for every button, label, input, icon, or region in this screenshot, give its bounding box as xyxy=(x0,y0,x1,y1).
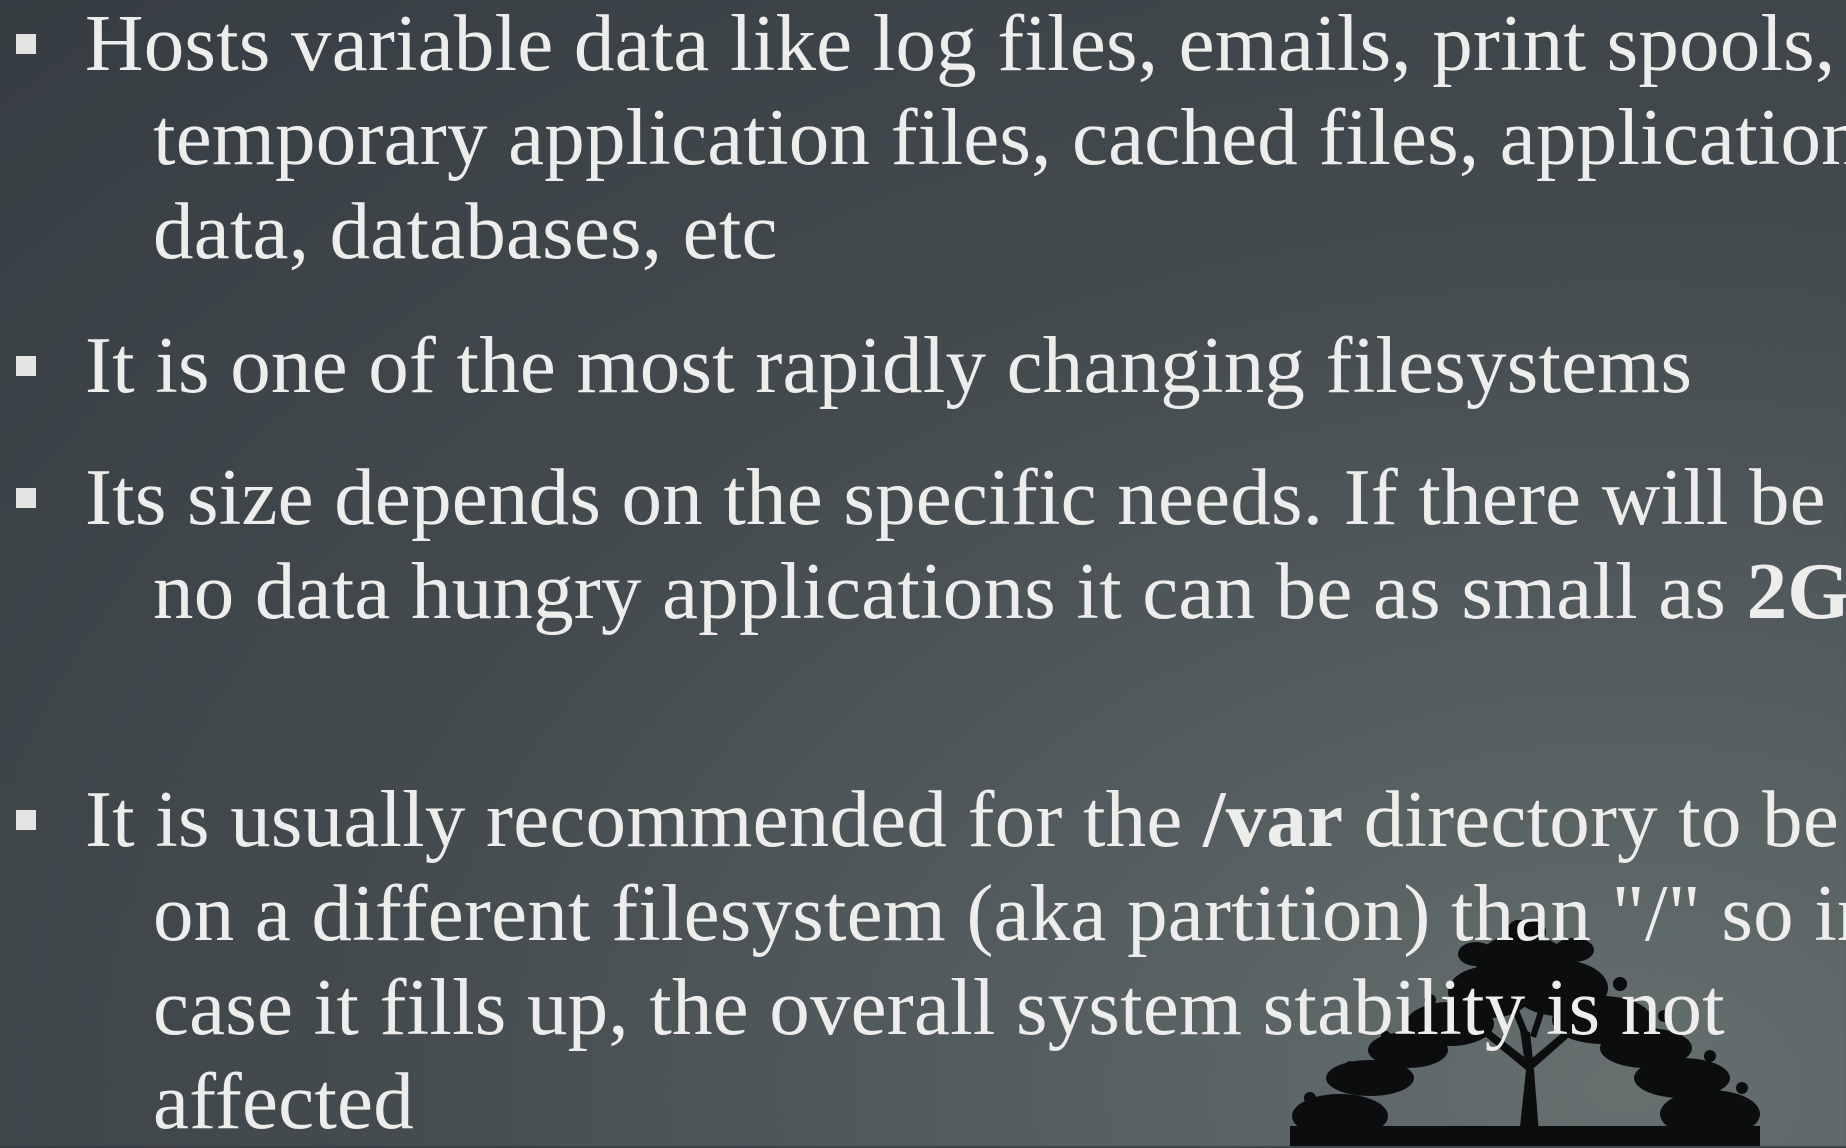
bullet-text: It is one of the most rapidly changing f… xyxy=(85,320,1693,410)
bullet-text-part: It is usually recommended for the xyxy=(85,774,1203,864)
bullet-square-icon xyxy=(16,34,36,54)
bullet-square-icon xyxy=(16,356,36,376)
bullet-text: Its size depends on the specific needs. … xyxy=(85,450,1846,638)
bullet-square-icon xyxy=(16,488,36,508)
bullet-bold-text: /var xyxy=(1202,774,1344,864)
bullet-square-icon xyxy=(16,810,36,830)
slide: Hosts variable data like log files, emai… xyxy=(0,0,1846,1146)
bullet-text-part: Its size depends on the specific needs. … xyxy=(85,452,1826,636)
bullet-bold-text: 2GB xyxy=(1746,546,1846,636)
bullet-text: It is usually recommended for the /var d… xyxy=(85,772,1846,1148)
bullet-text: Hosts variable data like log files, emai… xyxy=(85,0,1846,276)
